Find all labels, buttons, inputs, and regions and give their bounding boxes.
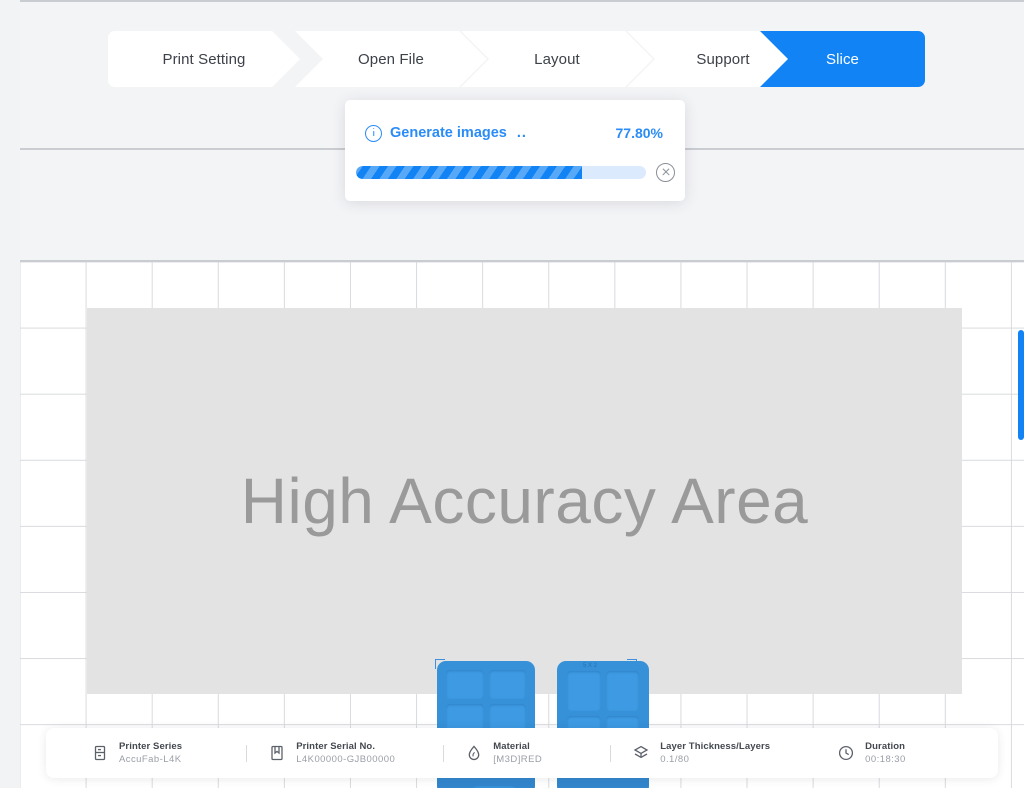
- close-circle-icon[interactable]: [656, 162, 675, 182]
- status-label: Printer Serial No.: [296, 740, 376, 752]
- step-print-setting[interactable]: Print Setting: [108, 31, 300, 87]
- status-label: Layer Thickness/Layers: [660, 740, 771, 752]
- status-separator: [443, 744, 445, 762]
- zoom-slider-handle[interactable]: [1018, 330, 1024, 440]
- status-value: AccuFab-L4K: [119, 753, 182, 765]
- status-label: Material: [493, 740, 530, 752]
- progress-dialog-header: Generate images .. 77.80%: [345, 120, 685, 146]
- status-value: 00:18:30: [865, 753, 906, 765]
- status-label: Printer Series: [119, 740, 183, 752]
- progress-bar-fill: [356, 165, 582, 179]
- model-etch-label: 5 X 2: [583, 663, 598, 669]
- status-bar: Printer Series AccuFab-L4K Printer Seria…: [46, 728, 998, 778]
- droplet-icon: [464, 743, 484, 763]
- progress-percent: 77.80%: [615, 125, 663, 141]
- build-plate-viewport[interactable]: High Accuracy Area 4 X 8: [20, 262, 1024, 788]
- step-label: Open File: [358, 50, 424, 68]
- step-open-file[interactable]: Open File: [295, 31, 487, 87]
- layers-icon: [631, 743, 651, 763]
- tag-icon: [267, 743, 287, 763]
- step-label: Layout: [534, 50, 580, 68]
- status-item-printer-serial: Printer Serial No. L4K00000-GJB00000: [267, 728, 395, 778]
- progress-bar-row: [345, 160, 685, 184]
- status-item-duration: Duration 00:18:30: [836, 728, 906, 778]
- status-item-layer-thickness: Layer Thickness/Layers 0.1/80: [631, 728, 770, 778]
- status-item-material: Material [M3D]RED: [464, 728, 542, 778]
- model-group[interactable]: 4 X 8 5 X 2 3 X 4: [87, 308, 962, 788]
- progress-bar-track: [356, 165, 646, 179]
- progress-dialog: Generate images .. 77.80%: [345, 100, 685, 201]
- step-layout[interactable]: Layout: [461, 31, 653, 87]
- clock-icon: [836, 743, 856, 763]
- info-circle-icon: [365, 124, 382, 142]
- application-frame: Print Setting Open File Layout Support S…: [20, 0, 1024, 788]
- printer-icon: [90, 743, 110, 763]
- tray-cell: [567, 671, 601, 711]
- status-value: L4K00000-GJB00000: [296, 753, 396, 765]
- step-label: Support: [696, 50, 750, 68]
- tray-cell: [488, 670, 526, 699]
- tray-cell: [605, 671, 639, 711]
- progress-title: Generate images: [390, 125, 507, 141]
- status-label: Duration: [865, 740, 906, 752]
- tray-cell: [446, 670, 484, 699]
- status-value: 0.1/80: [660, 753, 690, 765]
- step-label: Print Setting: [162, 50, 246, 68]
- status-item-printer-series: Printer Series AccuFab-L4K: [90, 728, 182, 778]
- status-separator: [246, 744, 248, 762]
- step-label: Slice: [825, 50, 859, 68]
- status-value: [M3D]RED: [493, 753, 543, 765]
- status-separator: [610, 744, 612, 762]
- progress-ellipsis: ..: [516, 125, 527, 141]
